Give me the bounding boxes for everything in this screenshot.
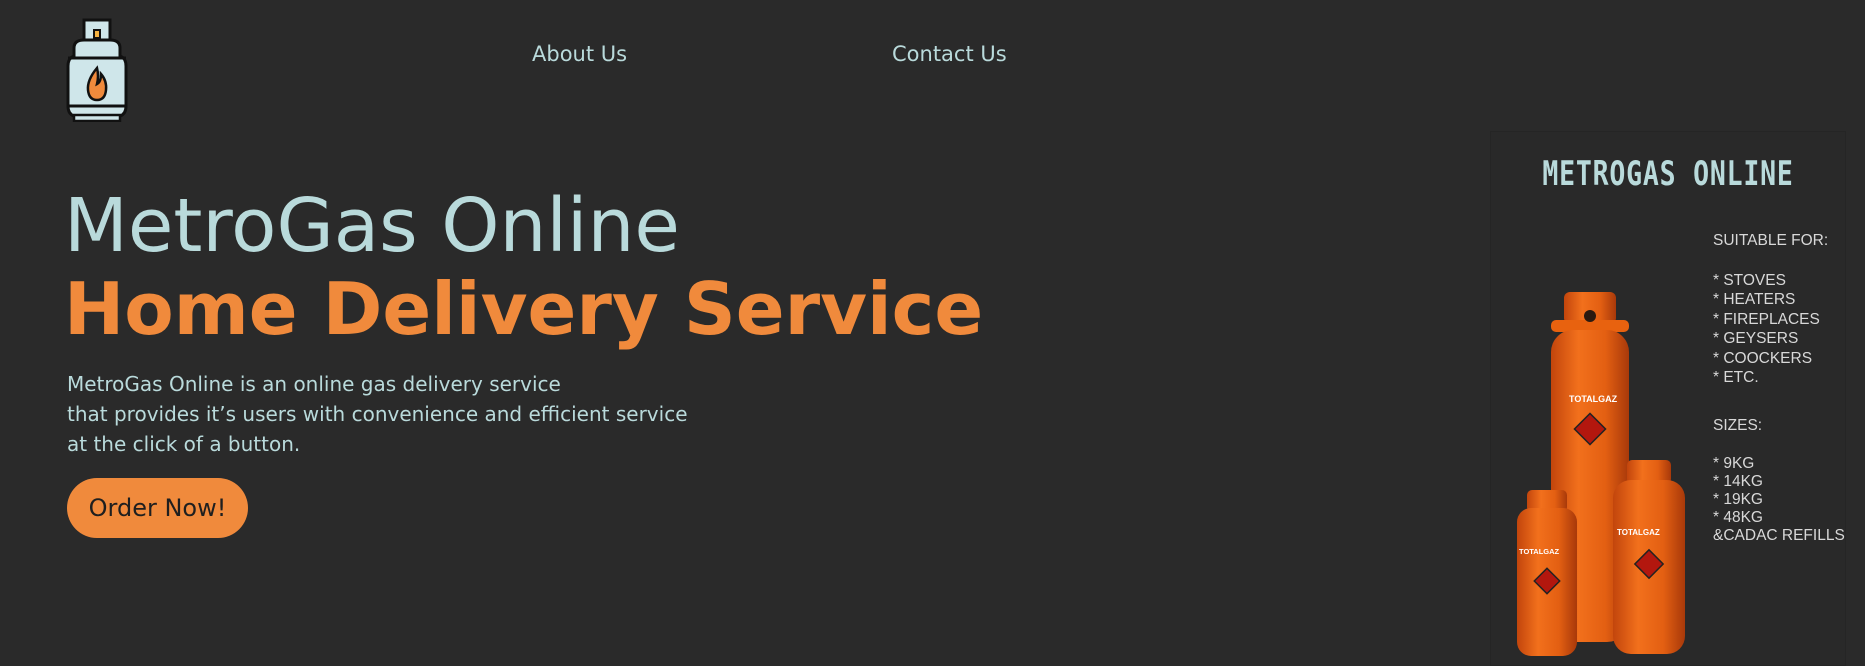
size-item: * 14KG: [1713, 473, 1763, 490]
size-item: * 48KG: [1713, 509, 1763, 526]
suitable-item: * ETC.: [1713, 369, 1759, 386]
hero-description: MetroGas Online is an online gas deliver…: [67, 369, 688, 459]
product-ad-panel: METROGAS ONLINE TOTALGAZ TOTALGAZ TOTALG…: [1490, 131, 1846, 666]
gas-cylinder-icon[interactable]: [64, 18, 130, 122]
hero-description-line: MetroGas Online is an online gas deliver…: [67, 372, 561, 396]
cylinder-brand-label: TOTALGAZ: [1569, 394, 1618, 404]
nav-about-us-link[interactable]: About Us: [532, 42, 627, 66]
nav-contact-us-link[interactable]: Contact Us: [892, 42, 1007, 66]
hero-title: MetroGas Online: [64, 183, 680, 269]
suitable-item: * COOCKERS: [1713, 349, 1813, 367]
cylinder-brand-label: TOTALGAZ: [1519, 547, 1560, 556]
suitable-item: * GEYSERS: [1713, 330, 1799, 347]
size-item: &CADAC REFILLS: [1713, 527, 1845, 544]
suitable-for-heading: SUITABLE FOR:: [1713, 232, 1829, 249]
hero-description-line: at the click of a button.: [67, 432, 301, 456]
ad-title: METROGAS ONLINE: [1542, 154, 1794, 194]
hero-subtitle: Home Delivery Service: [64, 267, 984, 351]
ad-details: SUITABLE FOR: * STOVES * HEATERS * FIREP…: [1713, 231, 1845, 545]
suitable-item: * STOVES: [1713, 271, 1786, 289]
sizes-heading: SIZES:: [1713, 416, 1763, 434]
cylinder-brand-label: TOTALGAZ: [1617, 528, 1660, 537]
size-item: * 19KG: [1713, 491, 1763, 508]
order-now-button[interactable]: Order Now!: [67, 478, 248, 538]
hero-description-line: that provides it’s users with convenienc…: [67, 402, 688, 426]
suitable-item: * FIREPLACES: [1713, 310, 1820, 328]
suitable-item: * HEATERS: [1713, 291, 1796, 308]
gas-cylinders-image: TOTALGAZ TOTALGAZ TOTALGAZ: [1517, 292, 1685, 656]
landing-page: About Us Contact Us MetroGas Online Home…: [0, 0, 1865, 666]
size-item: * 9KG: [1713, 455, 1755, 472]
